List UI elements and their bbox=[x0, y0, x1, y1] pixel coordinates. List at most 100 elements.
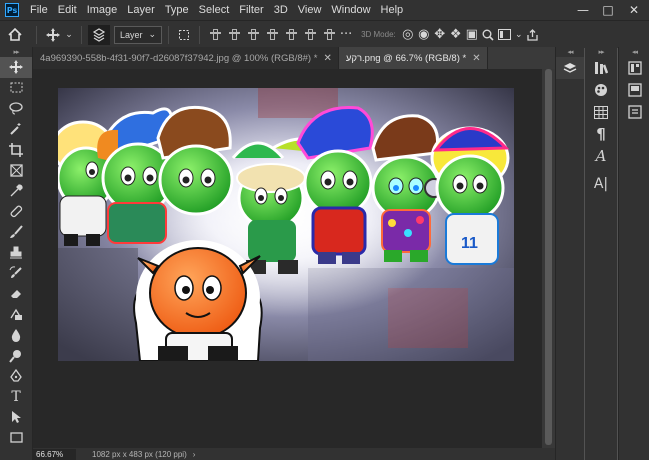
magic-wand-icon[interactable] bbox=[0, 119, 32, 140]
scrollbar-thumb[interactable] bbox=[545, 69, 552, 445]
align-left-icon[interactable] bbox=[267, 29, 279, 40]
maximize-button[interactable]: □ bbox=[596, 0, 620, 20]
vertical-scrollbar[interactable] bbox=[542, 69, 555, 448]
panel-dock-layers: ◂◂ bbox=[555, 47, 584, 460]
minimize-button[interactable]: — bbox=[571, 0, 595, 20]
tab-document-2[interactable]: רקע.png @ 66.7% (RGB/8) * ✕ bbox=[338, 47, 488, 69]
libraries-icon[interactable] bbox=[585, 57, 617, 79]
divider bbox=[168, 25, 170, 44]
lasso-icon[interactable] bbox=[0, 98, 32, 119]
history-brush-icon[interactable] bbox=[0, 263, 32, 284]
character-styles-icon[interactable]: A| bbox=[585, 173, 617, 195]
menu-edit[interactable]: Edit bbox=[53, 0, 82, 20]
color-icon[interactable] bbox=[585, 79, 617, 101]
eyedropper-icon[interactable] bbox=[0, 181, 32, 202]
menu-file[interactable]: File bbox=[25, 0, 53, 20]
svg-text:11: 11 bbox=[461, 235, 478, 252]
photoshop-logo-icon: Ps bbox=[5, 3, 19, 17]
menu-view[interactable]: View bbox=[293, 0, 327, 20]
status-bar: 66.67% 1082 px x 483 px (120 ppi) › bbox=[33, 448, 555, 460]
workspace-icon[interactable] bbox=[496, 21, 514, 48]
move-tool-options-icon[interactable] bbox=[43, 21, 63, 48]
document-canvas-image[interactable]: 11 bbox=[58, 88, 514, 361]
menu-filter[interactable]: Filter bbox=[234, 0, 268, 20]
tab-document-1[interactable]: 4a969390-558b-4f31-90f7-d26087f37942.jpg… bbox=[33, 47, 339, 69]
character-orange-front bbox=[133, 240, 263, 361]
document-tabs: 4a969390-558b-4f31-90f7-d26087f37942.jpg… bbox=[33, 47, 555, 69]
align-horizontal-center-icon[interactable] bbox=[286, 29, 298, 40]
blur-icon[interactable] bbox=[0, 325, 32, 346]
close-icon[interactable]: ✕ bbox=[472, 53, 480, 64]
align-top-icon[interactable] bbox=[210, 29, 222, 40]
menu-select[interactable]: Select bbox=[194, 0, 235, 20]
panel-dock-main: ▸▸ ¶ A A| bbox=[585, 47, 617, 460]
clone-stamp-icon[interactable] bbox=[0, 242, 32, 263]
character-brown-hair bbox=[156, 105, 234, 216]
chevron-down-icon[interactable]: ⌄ bbox=[514, 21, 524, 48]
type-icon[interactable]: T bbox=[0, 387, 32, 408]
layers-icon[interactable] bbox=[556, 57, 584, 79]
divider bbox=[36, 25, 37, 44]
options-bar: ⌄ Layer ⌄ ··· 3D Mode: ◎ ◉ ✥ ❖ ▣ ⌄ bbox=[0, 20, 649, 48]
character-icon[interactable]: A bbox=[585, 145, 617, 167]
3d-roll-icon[interactable]: ◉ bbox=[416, 21, 432, 48]
3d-slide-icon[interactable]: ❖ bbox=[448, 21, 464, 48]
distribute-vertical-icon[interactable] bbox=[324, 29, 336, 40]
menu-type[interactable]: Type bbox=[160, 0, 194, 20]
toolbox: ▸▸ T bbox=[0, 47, 33, 460]
adjustments-icon[interactable] bbox=[619, 101, 649, 123]
menu-help[interactable]: Help bbox=[376, 0, 409, 20]
auto-select-value: Layer bbox=[120, 29, 143, 40]
crop-icon[interactable] bbox=[0, 139, 32, 160]
paragraph-icon[interactable]: ¶ bbox=[585, 123, 617, 145]
collapse-grip-icon[interactable]: ▸▸ bbox=[0, 47, 32, 57]
shape-icon[interactable] bbox=[0, 428, 32, 449]
chevron-right-icon[interactable]: › bbox=[193, 450, 196, 459]
3d-pan-icon[interactable]: ✥ bbox=[432, 21, 448, 48]
tab-label: 4a969390-558b-4f31-90f7-d26087f37942.jpg… bbox=[40, 52, 318, 64]
collapse-grip-icon[interactable]: ▸▸ bbox=[585, 47, 617, 57]
divider bbox=[199, 25, 201, 44]
close-icon[interactable]: ✕ bbox=[323, 53, 331, 64]
pen-icon[interactable] bbox=[0, 366, 32, 387]
gradient-icon[interactable] bbox=[0, 304, 32, 325]
eraser-icon[interactable] bbox=[0, 284, 32, 305]
frame-icon[interactable] bbox=[0, 160, 32, 181]
menu-bar: Ps File Edit Image Layer Type Select Fil… bbox=[0, 0, 649, 20]
swatches-icon[interactable] bbox=[585, 101, 617, 123]
menu-image[interactable]: Image bbox=[82, 0, 123, 20]
3d-scale-icon[interactable]: ▣ bbox=[464, 21, 480, 48]
align-vertical-center-icon[interactable] bbox=[229, 29, 241, 40]
menu-window[interactable]: Window bbox=[326, 0, 375, 20]
healing-brush-icon[interactable] bbox=[0, 201, 32, 222]
more-options-icon[interactable]: ··· bbox=[339, 21, 353, 48]
3d-orbit-icon[interactable]: ◎ bbox=[400, 21, 416, 48]
marquee-icon[interactable] bbox=[0, 78, 32, 99]
align-bottom-icon[interactable] bbox=[248, 29, 260, 40]
auto-select-dropdown[interactable]: Layer ⌄ bbox=[114, 25, 163, 44]
move-icon[interactable] bbox=[0, 57, 32, 78]
chevron-down-icon[interactable]: ⌄ bbox=[63, 21, 75, 48]
document-info: 1082 px x 483 px (120 ppi) bbox=[92, 449, 187, 459]
home-icon[interactable] bbox=[0, 21, 30, 48]
zoom-level-field[interactable]: 66.67% bbox=[33, 448, 76, 460]
brush-icon[interactable] bbox=[0, 222, 32, 243]
properties-icon[interactable] bbox=[619, 57, 649, 79]
menu-3d[interactable]: 3D bbox=[269, 0, 293, 20]
collapse-grip-icon[interactable]: ◂◂ bbox=[619, 47, 649, 57]
collapse-grip-icon[interactable]: ◂◂ bbox=[556, 47, 584, 57]
share-icon[interactable] bbox=[524, 21, 542, 48]
panel-dock-properties: ◂◂ bbox=[618, 47, 649, 460]
3d-mode-label: 3D Mode: bbox=[361, 30, 396, 39]
dodge-icon[interactable] bbox=[0, 345, 32, 366]
chevron-down-icon: ⌄ bbox=[148, 29, 157, 39]
close-button[interactable]: ✕ bbox=[622, 0, 646, 20]
search-icon[interactable] bbox=[480, 21, 496, 48]
path-selection-icon[interactable] bbox=[0, 407, 32, 428]
transform-controls-icon[interactable] bbox=[175, 21, 193, 48]
divider bbox=[81, 25, 82, 44]
auto-select-icon[interactable] bbox=[88, 24, 110, 45]
menu-layer[interactable]: Layer bbox=[122, 0, 160, 20]
align-right-icon[interactable] bbox=[305, 29, 317, 40]
learn-icon[interactable] bbox=[619, 79, 649, 101]
